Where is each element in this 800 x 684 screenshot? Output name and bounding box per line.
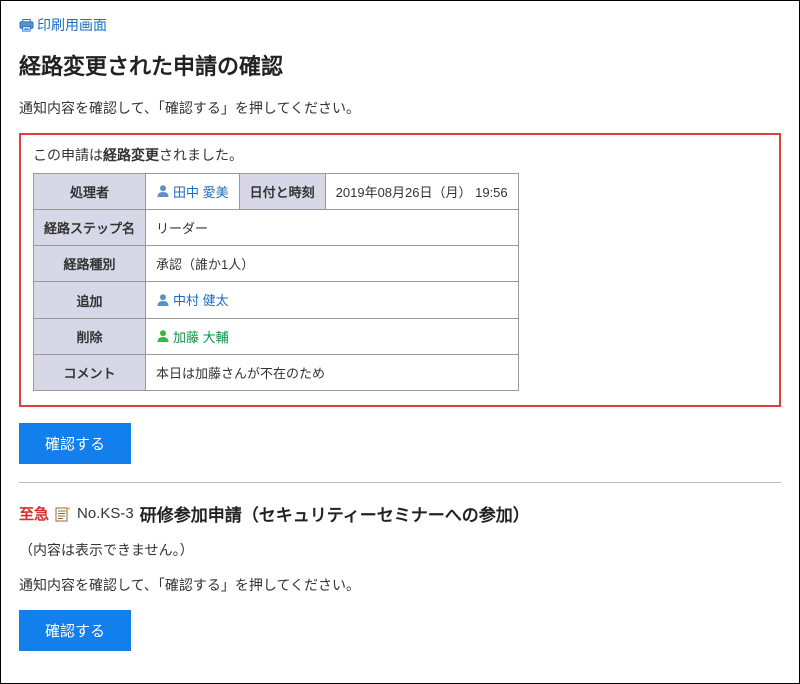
user-icon	[156, 293, 170, 307]
removed-label: 削除	[34, 318, 146, 355]
comment-label: コメント	[34, 355, 146, 391]
page-title: 経路変更された申請の確認	[19, 49, 781, 81]
route-change-notice: この申請は経路変更されました。 処理者 田中 愛美 日付と時刻 2019年08月…	[19, 133, 781, 408]
urgent-badge: 至急	[19, 503, 49, 524]
route-type-value: 承認（誰か1人）	[146, 246, 519, 282]
printer-icon	[19, 19, 34, 32]
added-label: 追加	[34, 282, 146, 319]
added-cell: 中村 健太	[146, 282, 519, 319]
removed-person-link[interactable]: 加藤 大輔	[156, 327, 229, 346]
datetime-label: 日付と時刻	[239, 173, 325, 210]
instruction-text: 通知内容を確認して、「確認する」を押してください。	[19, 97, 781, 121]
application-number: No.KS-3	[77, 505, 134, 522]
step-name-label: 経路ステップ名	[34, 210, 146, 246]
processor-link[interactable]: 田中 愛美	[156, 182, 229, 201]
section-divider	[19, 482, 781, 483]
datetime-value: 2019年08月26日（月） 19:56	[325, 173, 518, 210]
print-link[interactable]: 印刷用画面	[19, 15, 107, 35]
removed-cell: 加藤 大輔	[146, 318, 519, 355]
comment-value: 本日は加藤さんが不在のため	[146, 355, 519, 391]
confirm-button-2[interactable]: 確認する	[19, 610, 131, 651]
notice-title: この申請は経路変更されました。	[33, 145, 767, 165]
route-type-label: 経路種別	[34, 246, 146, 282]
added-person-link[interactable]: 中村 健太	[156, 290, 229, 309]
application-title: 研修参加申請（セキュリティーセミナーへの参加）	[140, 501, 530, 526]
form-icon	[55, 506, 71, 522]
instruction-text-2: 通知内容を確認して、「確認する」を押してください。	[19, 574, 781, 598]
processor-label: 処理者	[34, 173, 146, 210]
no-content-text: （内容は表示できません。）	[19, 540, 781, 560]
user-icon	[156, 184, 170, 198]
print-link-label: 印刷用画面	[37, 15, 107, 35]
confirm-button[interactable]: 確認する	[19, 423, 131, 464]
processor-cell: 田中 愛美	[146, 173, 240, 210]
route-info-table: 処理者 田中 愛美 日付と時刻 2019年08月26日（月） 19:56 経路ス…	[33, 173, 519, 392]
user-icon	[156, 329, 170, 343]
application-header: 至急 No.KS-3 研修参加申請（セキュリティーセミナーへの参加）	[19, 501, 781, 526]
step-name-value: リーダー	[146, 210, 519, 246]
